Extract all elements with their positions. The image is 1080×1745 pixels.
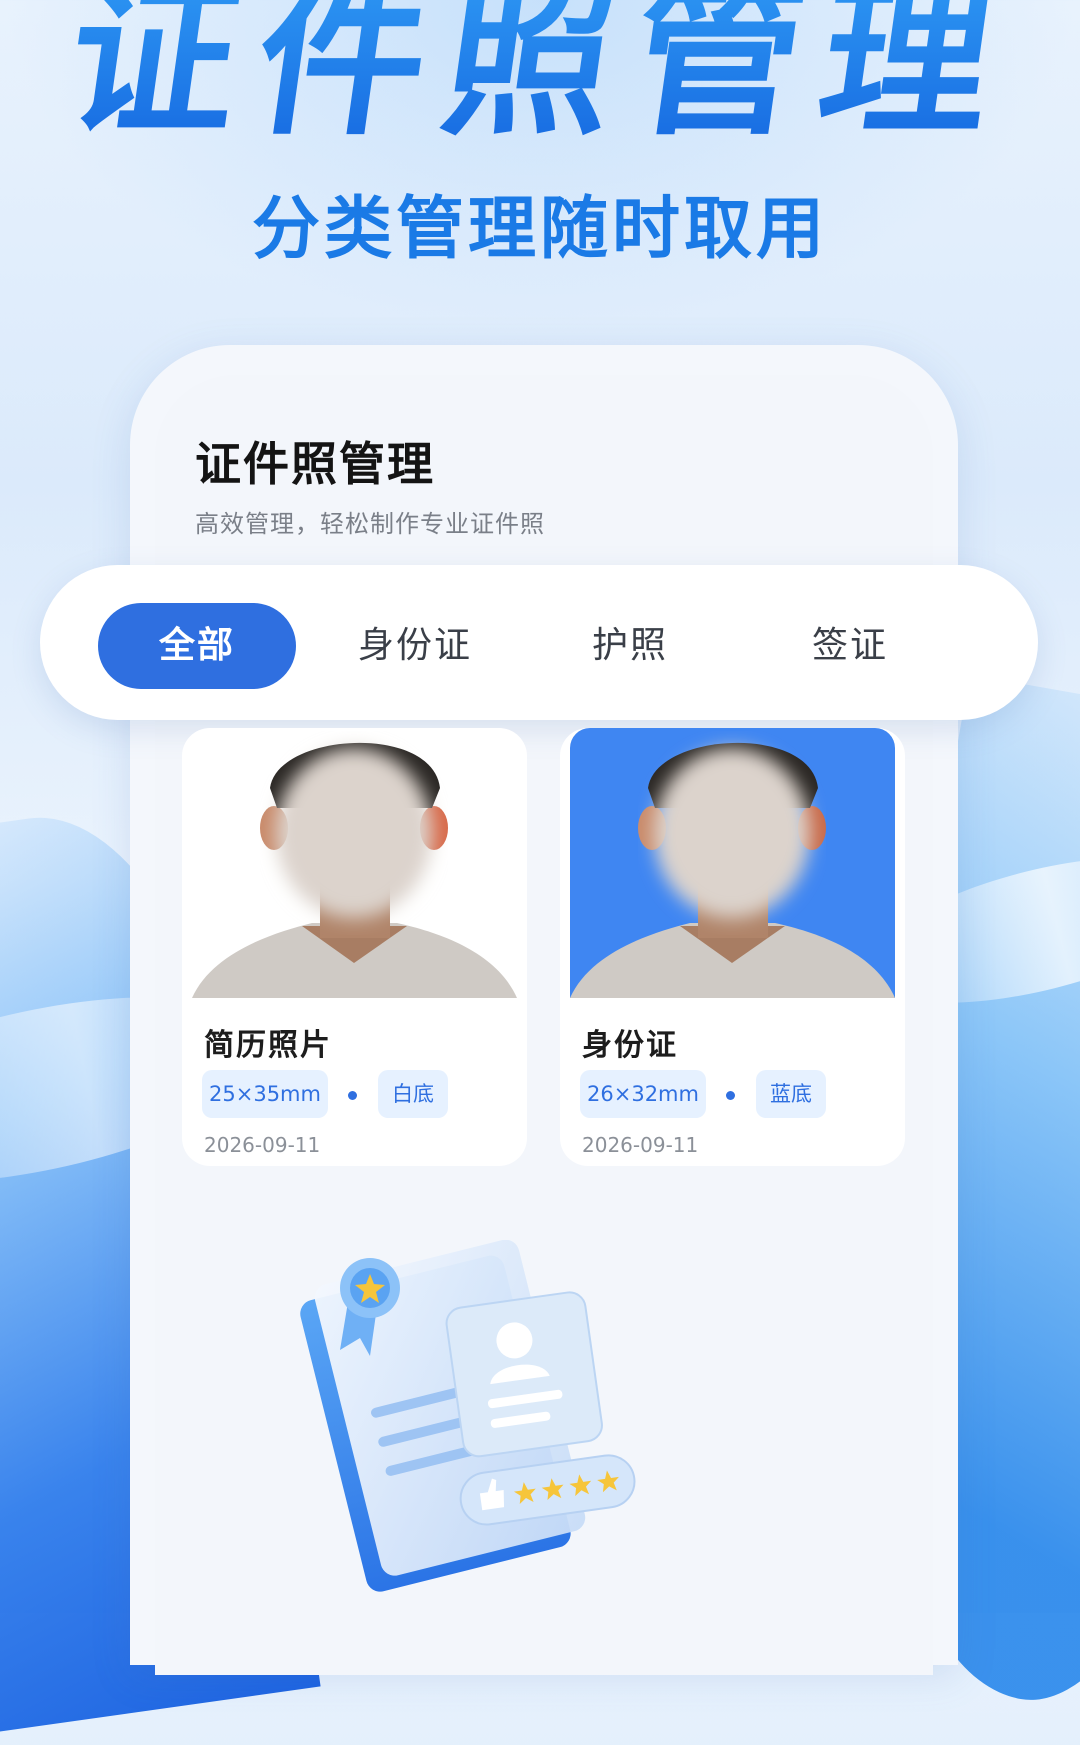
tab-visa[interactable]: 签证 bbox=[780, 603, 920, 689]
photo-date: 2026-09-11 bbox=[582, 1133, 699, 1157]
tab-all[interactable]: 全部 bbox=[98, 603, 296, 689]
background-badge: 白底 bbox=[378, 1070, 448, 1118]
category-tabs: 全部 身份证 护照 签证 bbox=[40, 565, 1038, 720]
tab-id-card[interactable]: 身份证 bbox=[330, 603, 500, 689]
size-badge: 25×35mm bbox=[202, 1070, 328, 1118]
id-card-certificate-illustration bbox=[300, 1240, 636, 1592]
photo-name: 简历照片 bbox=[204, 1028, 332, 1063]
separator-dot bbox=[348, 1091, 357, 1100]
hero-title: 证件照管理 bbox=[0, 0, 1080, 160]
hero-subtitle: 分类管理随时取用 bbox=[251, 190, 828, 269]
background-badge: 蓝底 bbox=[756, 1070, 826, 1118]
page-title: 证件照管理 bbox=[195, 437, 435, 491]
page-subtitle: 高效管理，轻松制作专业证件照 bbox=[195, 510, 545, 538]
tab-passport[interactable]: 护照 bbox=[560, 603, 700, 689]
separator-dot bbox=[726, 1091, 735, 1100]
size-badge: 26×32mm bbox=[580, 1070, 706, 1118]
photo-card-id[interactable]: 身份证 26×32mm 蓝底 2026-09-11 bbox=[560, 728, 905, 1166]
id-photo-image bbox=[192, 728, 517, 998]
id-photo-image bbox=[570, 728, 895, 998]
photo-name: 身份证 bbox=[582, 1028, 678, 1063]
photo-date: 2026-09-11 bbox=[204, 1133, 321, 1157]
photo-card-resume[interactable]: 简历照片 25×35mm 白底 2026-09-11 bbox=[182, 728, 527, 1166]
